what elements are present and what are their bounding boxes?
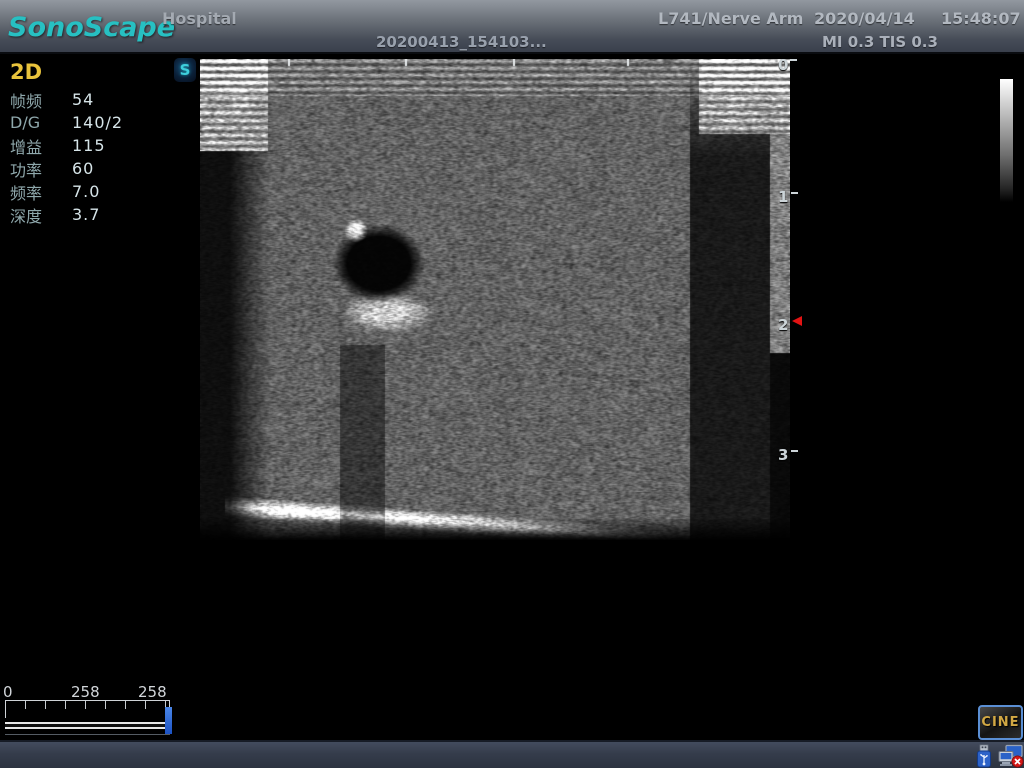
cine-label-start: 0 <box>3 683 13 701</box>
cine-ruler <box>5 700 170 718</box>
param-row: 频率 7.0 <box>10 180 170 203</box>
param-row: 增益 115 <box>10 134 170 157</box>
param-label-frame-rate: 帧频 <box>10 88 62 112</box>
param-label-gain: 增益 <box>10 134 62 158</box>
param-label-dg: D/G <box>10 113 62 132</box>
param-value-dg: 140/2 <box>72 113 123 132</box>
cine-label-mid: 258 <box>71 683 100 701</box>
probe-preset: L741/Nerve Arm <box>658 9 803 28</box>
imaging-parameters-panel: 2D 帧频 54 D/G 140/2 增益 115 功率 60 频率 7.0 深… <box>10 60 170 226</box>
cine-label-end: 258 <box>138 683 167 701</box>
cine-scrubber-thumb[interactable] <box>165 707 172 734</box>
depth-tick-1 <box>791 192 798 194</box>
param-row: 帧频 54 <box>10 88 170 111</box>
param-value-depth: 3.7 <box>72 205 100 224</box>
network-disconnected-icon[interactable] <box>997 744 1024 768</box>
param-label-depth: 深度 <box>10 203 62 227</box>
param-label-frequency: 频率 <box>10 180 62 204</box>
cine-box-bottom-edge <box>5 734 170 735</box>
usb-icon[interactable] <box>973 744 995 768</box>
param-value-gain: 115 <box>72 136 106 155</box>
param-value-frequency: 7.0 <box>72 182 100 201</box>
mode-label: 2D <box>10 60 170 84</box>
param-value-power: 60 <box>72 159 94 178</box>
mi-tis-indices: MI 0.3 TIS 0.3 <box>822 33 938 51</box>
cine-ruler-ticks <box>6 701 169 709</box>
focus-position-marker[interactable] <box>792 316 802 326</box>
cine-button[interactable]: CINE <box>978 705 1023 740</box>
header-bar: SonoScape Hospital 20200413_154103... L7… <box>0 0 1024 54</box>
ultrasound-image[interactable] <box>200 59 790 540</box>
depth-tick-0 <box>790 59 797 61</box>
hospital-name: Hospital <box>162 9 237 28</box>
ultrasound-machine-screen: SonoScape Hospital 20200413_154103... L7… <box>0 0 1024 768</box>
system-time: 15:48:07 <box>941 9 1021 28</box>
grayscale-reference-bar <box>1000 79 1013 202</box>
sonoscape-logo: SonoScape <box>8 12 175 43</box>
param-row: D/G 140/2 <box>10 111 170 134</box>
probe-orientation-marker: S <box>174 58 196 82</box>
depth-tick-3 <box>791 450 798 452</box>
param-value-frame-rate: 54 <box>72 90 94 109</box>
cine-scrubber: 0 258 258 <box>5 683 173 738</box>
param-row: 功率 60 <box>10 157 170 180</box>
bottom-status-bar <box>0 740 1024 768</box>
cine-track[interactable] <box>5 722 170 729</box>
depth-mark-1: 1 <box>778 188 794 206</box>
depth-mark-3: 3 <box>778 446 794 464</box>
param-row: 深度 3.7 <box>10 203 170 226</box>
system-date: 2020/04/14 <box>814 9 915 28</box>
exam-file-name: 20200413_154103... <box>376 33 547 51</box>
param-label-power: 功率 <box>10 157 62 181</box>
